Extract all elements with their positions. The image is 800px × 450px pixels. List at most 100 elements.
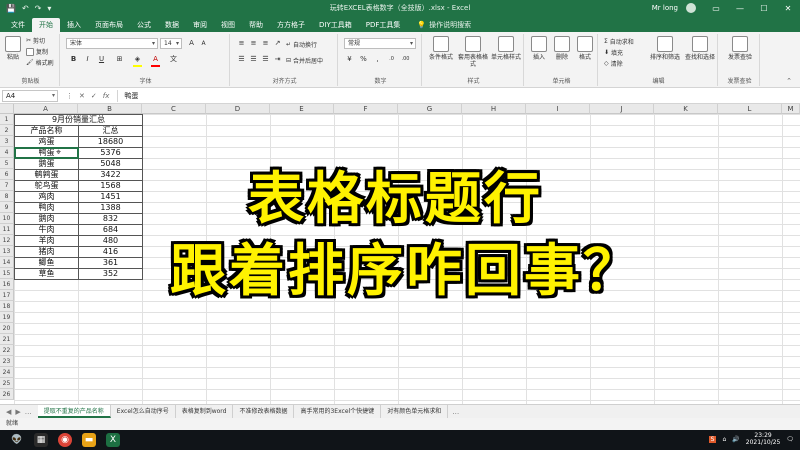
number-format-select[interactable]: 常规 — [344, 38, 416, 49]
underline-button[interactable]: U — [96, 54, 107, 65]
name-box[interactable]: A4 — [2, 89, 58, 102]
delete-cells-button[interactable]: 删除 — [551, 36, 573, 61]
row-header[interactable]: 3 — [0, 136, 14, 147]
row-header[interactable]: 16 — [0, 279, 14, 290]
row-header[interactable]: 15 — [0, 268, 14, 279]
close-button[interactable]: ✕ — [776, 0, 800, 16]
copy-button[interactable]: 复制 — [26, 47, 48, 56]
font-name-select[interactable]: 宋体 — [66, 38, 158, 49]
more-tabs-icon[interactable]: … — [452, 408, 459, 416]
file-explorer-icon[interactable]: ▬ — [82, 433, 96, 447]
sheet-tab-4[interactable]: 不准修改表格数据 — [233, 405, 295, 418]
maximize-button[interactable]: ☐ — [752, 0, 776, 16]
increase-font-icon[interactable]: A — [186, 38, 197, 49]
ribbon-display-icon[interactable]: ▭ — [704, 0, 728, 16]
fill-color-icon[interactable]: ◈ — [132, 54, 143, 65]
row-header[interactable]: 23 — [0, 356, 14, 367]
sheet-tab-1[interactable]: 提取不重复的产品名称 — [37, 405, 111, 418]
font-size-select[interactable]: 14 — [160, 38, 182, 49]
autosum-button[interactable]: Σ 自动求和 — [604, 37, 634, 46]
row-header[interactable]: 24 — [0, 367, 14, 378]
tab-pdf-tools[interactable]: PDF工具集 — [359, 18, 408, 32]
clear-button[interactable]: ◇ 清除 — [604, 59, 623, 68]
align-bottom-icon[interactable]: ≡ — [260, 38, 271, 49]
notification-icon[interactable]: 🗨 — [786, 436, 794, 443]
column-header[interactable]: A — [14, 104, 78, 114]
borders-icon[interactable]: ⊞ — [114, 54, 125, 65]
customize-qat-icon[interactable]: ▾ — [47, 4, 51, 13]
row-header[interactable]: 18 — [0, 301, 14, 312]
invoice-check-button[interactable]: 发票查验 — [724, 36, 756, 61]
row-header[interactable]: 7 — [0, 180, 14, 191]
windows-start-icon[interactable]: 👽 — [10, 433, 24, 447]
excel-taskbar-icon[interactable]: X — [106, 433, 120, 447]
format-painter-button[interactable]: 🖌 格式刷 — [26, 58, 54, 67]
comma-icon[interactable]: , — [372, 54, 383, 65]
cell-styles-button[interactable]: 单元格样式 — [490, 36, 522, 61]
tab-view[interactable]: 视图 — [214, 18, 242, 32]
column-header[interactable]: J — [590, 104, 654, 114]
tab-data[interactable]: 数据 — [158, 18, 186, 32]
decrease-font-icon[interactable]: A — [198, 38, 209, 49]
tab-page-layout[interactable]: 页面布局 — [88, 18, 130, 32]
tab-help[interactable]: 帮助 — [242, 18, 270, 32]
tab-file[interactable]: 文件 — [4, 18, 32, 32]
row-header[interactable]: 20 — [0, 323, 14, 334]
column-header[interactable]: B — [78, 104, 142, 114]
font-color-icon[interactable]: A — [150, 54, 161, 65]
sheet-tab-6[interactable]: 对有颜色单元格求和 — [381, 405, 449, 418]
phonetic-icon[interactable]: 文 — [168, 54, 179, 65]
sheet-tab-2[interactable]: Excel怎么自动序号 — [111, 405, 176, 418]
input-method-icon[interactable]: S — [708, 435, 717, 443]
row-header[interactable]: 8 — [0, 191, 14, 202]
worksheet-grid[interactable]: ABCDEFGHIJKLM 1 2 3 4 5 6 7 8 9 10 11 12 13 14 15 16 17 1… — [0, 104, 800, 404]
product-name-cell[interactable]: 草鱼 — [14, 268, 79, 280]
save-icon[interactable]: 💾 — [6, 4, 16, 13]
column-header[interactable]: K — [654, 104, 718, 114]
italic-button[interactable]: I — [82, 54, 93, 65]
row-header[interactable]: 2 — [0, 125, 14, 136]
wrap-text-button[interactable]: ↵ 自动换行 — [286, 40, 317, 49]
column-header[interactable]: D — [206, 104, 270, 114]
row-header[interactable]: 12 — [0, 235, 14, 246]
row-header[interactable]: 6 — [0, 169, 14, 180]
row-header[interactable]: 22 — [0, 345, 14, 356]
cut-button[interactable]: ✂ 剪切 — [26, 36, 45, 45]
clock[interactable]: 23:29 2021/10/25 — [746, 432, 781, 446]
conditional-format-button[interactable]: 条件格式 — [426, 36, 456, 61]
more-sheets-icon[interactable]: … — [25, 408, 32, 416]
row-header[interactable]: 25 — [0, 378, 14, 389]
row-header[interactable]: 11 — [0, 224, 14, 235]
insert-function-icon[interactable]: fx — [103, 92, 110, 100]
sheet-tab-5[interactable]: 高手常用的3Excel个快捷键 — [294, 405, 382, 418]
align-left-icon[interactable]: ☰ — [236, 54, 247, 65]
undo-icon[interactable]: ↶ — [22, 4, 29, 13]
row-header[interactable]: 19 — [0, 312, 14, 323]
increase-decimal-icon[interactable]: .0 — [386, 54, 397, 65]
row-header[interactable]: 10 — [0, 213, 14, 224]
merge-center-button[interactable]: ⊟ 合并后居中 — [286, 56, 323, 65]
row-header[interactable]: 4 — [0, 147, 14, 158]
row-header[interactable]: 5 — [0, 158, 14, 169]
row-header[interactable]: 14 — [0, 257, 14, 268]
more-options-icon[interactable]: ⋮ — [66, 92, 73, 100]
align-right-icon[interactable]: ☰ — [260, 54, 271, 65]
column-header[interactable]: I — [526, 104, 590, 114]
select-all-corner[interactable] — [0, 104, 14, 114]
column-header[interactable]: C — [142, 104, 206, 114]
paste-button[interactable]: 粘贴 — [5, 36, 21, 61]
row-header[interactable]: 9 — [0, 202, 14, 213]
bold-button[interactable]: B — [68, 54, 79, 65]
find-select-button[interactable]: 查找和选择 — [684, 36, 716, 61]
minimize-button[interactable]: — — [728, 0, 752, 16]
avatar[interactable] — [686, 3, 696, 13]
column-header[interactable]: G — [398, 104, 462, 114]
tab-review[interactable]: 审阅 — [186, 18, 214, 32]
tab-fangfang[interactable]: 方方格子 — [270, 18, 312, 32]
row-header[interactable]: 26 — [0, 389, 14, 400]
cancel-entry-icon[interactable]: ✕ — [79, 92, 85, 100]
currency-icon[interactable]: ¥ — [344, 54, 355, 65]
column-header[interactable]: E — [270, 104, 334, 114]
percent-icon[interactable]: % — [358, 54, 369, 65]
orientation-icon[interactable]: ↗ — [272, 38, 283, 49]
